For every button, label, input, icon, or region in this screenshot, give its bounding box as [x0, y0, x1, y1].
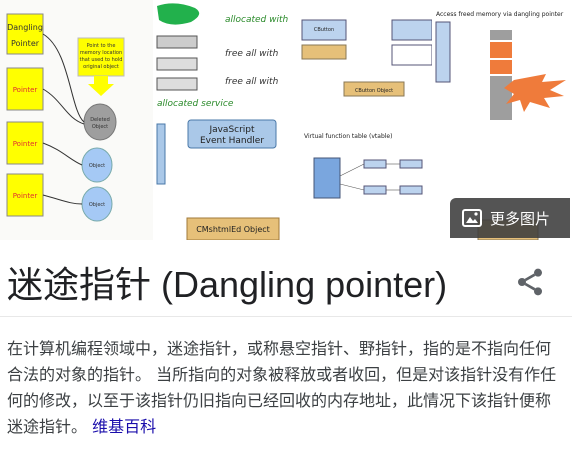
callout-line-1: Point to the: [87, 43, 116, 49]
cmshtmled-label: CMshtmlEd Object: [196, 225, 270, 234]
memory-block-1: [156, 35, 198, 49]
vtable-entry-4: [399, 185, 423, 195]
source-link[interactable]: 维基百科: [92, 417, 156, 436]
explosion-shape: [504, 74, 566, 112]
vtable-link-2: [339, 183, 365, 191]
note-4: allocated service: [157, 99, 234, 109]
callout-line-2: memory location: [80, 50, 122, 56]
memory-cell-grey-1: [490, 30, 512, 40]
pointer-box-3-label: Pointer: [13, 192, 38, 200]
object-ellipse-2-label: Object: [89, 202, 105, 208]
pointer-label: Pointer: [11, 39, 40, 48]
vtable-title: Virtual function table (vtable): [304, 133, 392, 140]
object-ellipse-1-label: Object: [89, 163, 105, 169]
callout-arrow: [88, 76, 114, 96]
share-icon: [518, 268, 542, 296]
note-1: allocated with: [225, 15, 289, 25]
cbutton-box-2: [301, 44, 347, 60]
entity-title: 迷途指针 (Dangling pointer): [7, 264, 448, 305]
dangling-pointer-box: [6, 13, 44, 55]
js-handler-line-1: JavaScript: [208, 125, 255, 135]
vtable-link-1: [339, 163, 365, 177]
vtable-entry-2: [363, 185, 387, 195]
diagram-3: CButton CButton Object Virtual function …: [301, 19, 432, 199]
cbutton-object-label: CButton Object: [355, 88, 393, 94]
description-text: 在计算机编程领域中，迷途指针，或称悬空指针、野指针，指的是不指向任何合法的对象的…: [7, 339, 557, 436]
memory-cell-grey-2: [490, 76, 512, 120]
diagram-1: Dangling Pointer Pointer Pointer Pointer…: [6, 13, 125, 222]
memory-column-left: [435, 21, 451, 83]
image-strip: Dangling Pointer Pointer Pointer Pointer…: [0, 0, 572, 240]
vtable-entry-3: [399, 159, 423, 169]
side-box-left: [156, 123, 166, 185]
share-button[interactable]: [514, 266, 546, 298]
arrow-pointer-3: [42, 194, 83, 205]
diagram-2: allocated with free all with free all wi…: [156, 3, 289, 240]
vtable-entry-1: [363, 159, 387, 169]
cbutton-box-1-label: CButton: [314, 27, 334, 33]
arrow-pointer-2: [42, 142, 83, 166]
deleted-label: Deleted: [90, 117, 110, 123]
thumbnail-dangling-pointer-diagram[interactable]: Dangling Pointer Pointer Pointer Pointer…: [0, 0, 153, 240]
js-handler-line-2: Event Handler: [200, 136, 264, 146]
freed-memory-title: Access freed memory via dangling pointer: [436, 11, 564, 18]
green-scribble: [157, 3, 200, 25]
callout-line-3: that used to hold: [80, 57, 123, 63]
pointer-box-1-label: Pointer: [13, 86, 38, 94]
title-row: 迷途指针 (Dangling pointer): [0, 248, 572, 310]
note-3: free all with: [225, 77, 279, 87]
image-icon: [462, 209, 482, 227]
note-2: free all with: [225, 49, 279, 59]
pointer-box-2-label: Pointer: [13, 140, 38, 148]
cbut-box-2: [391, 44, 432, 66]
object-label: Object: [92, 124, 108, 130]
arrow-pointer-1: [42, 88, 85, 125]
description: 在计算机编程领域中，迷途指针，或称悬空指针、野指针，指的是不指向任何合法的对象的…: [7, 336, 565, 440]
vtable-left-box: [313, 157, 341, 199]
more-images-label: 更多图片: [490, 209, 551, 228]
dangling-label: Dangling: [7, 23, 43, 32]
callout-line-4: original object: [83, 64, 119, 70]
more-images-button[interactable]: 更多图片: [450, 198, 570, 238]
divider: [0, 316, 572, 317]
thumbnail-handwritten-diagram[interactable]: allocated with free all with free all wi…: [155, 0, 298, 240]
memory-block-2: [156, 57, 198, 71]
memory-cell-orange-2: [490, 60, 512, 74]
memory-cell-orange-1: [490, 42, 512, 58]
memory-block-3: [156, 77, 198, 91]
thumbnail-vtable-diagram[interactable]: CButton CButton Object Virtual function …: [300, 0, 432, 240]
cbut-box-1: [391, 19, 432, 41]
